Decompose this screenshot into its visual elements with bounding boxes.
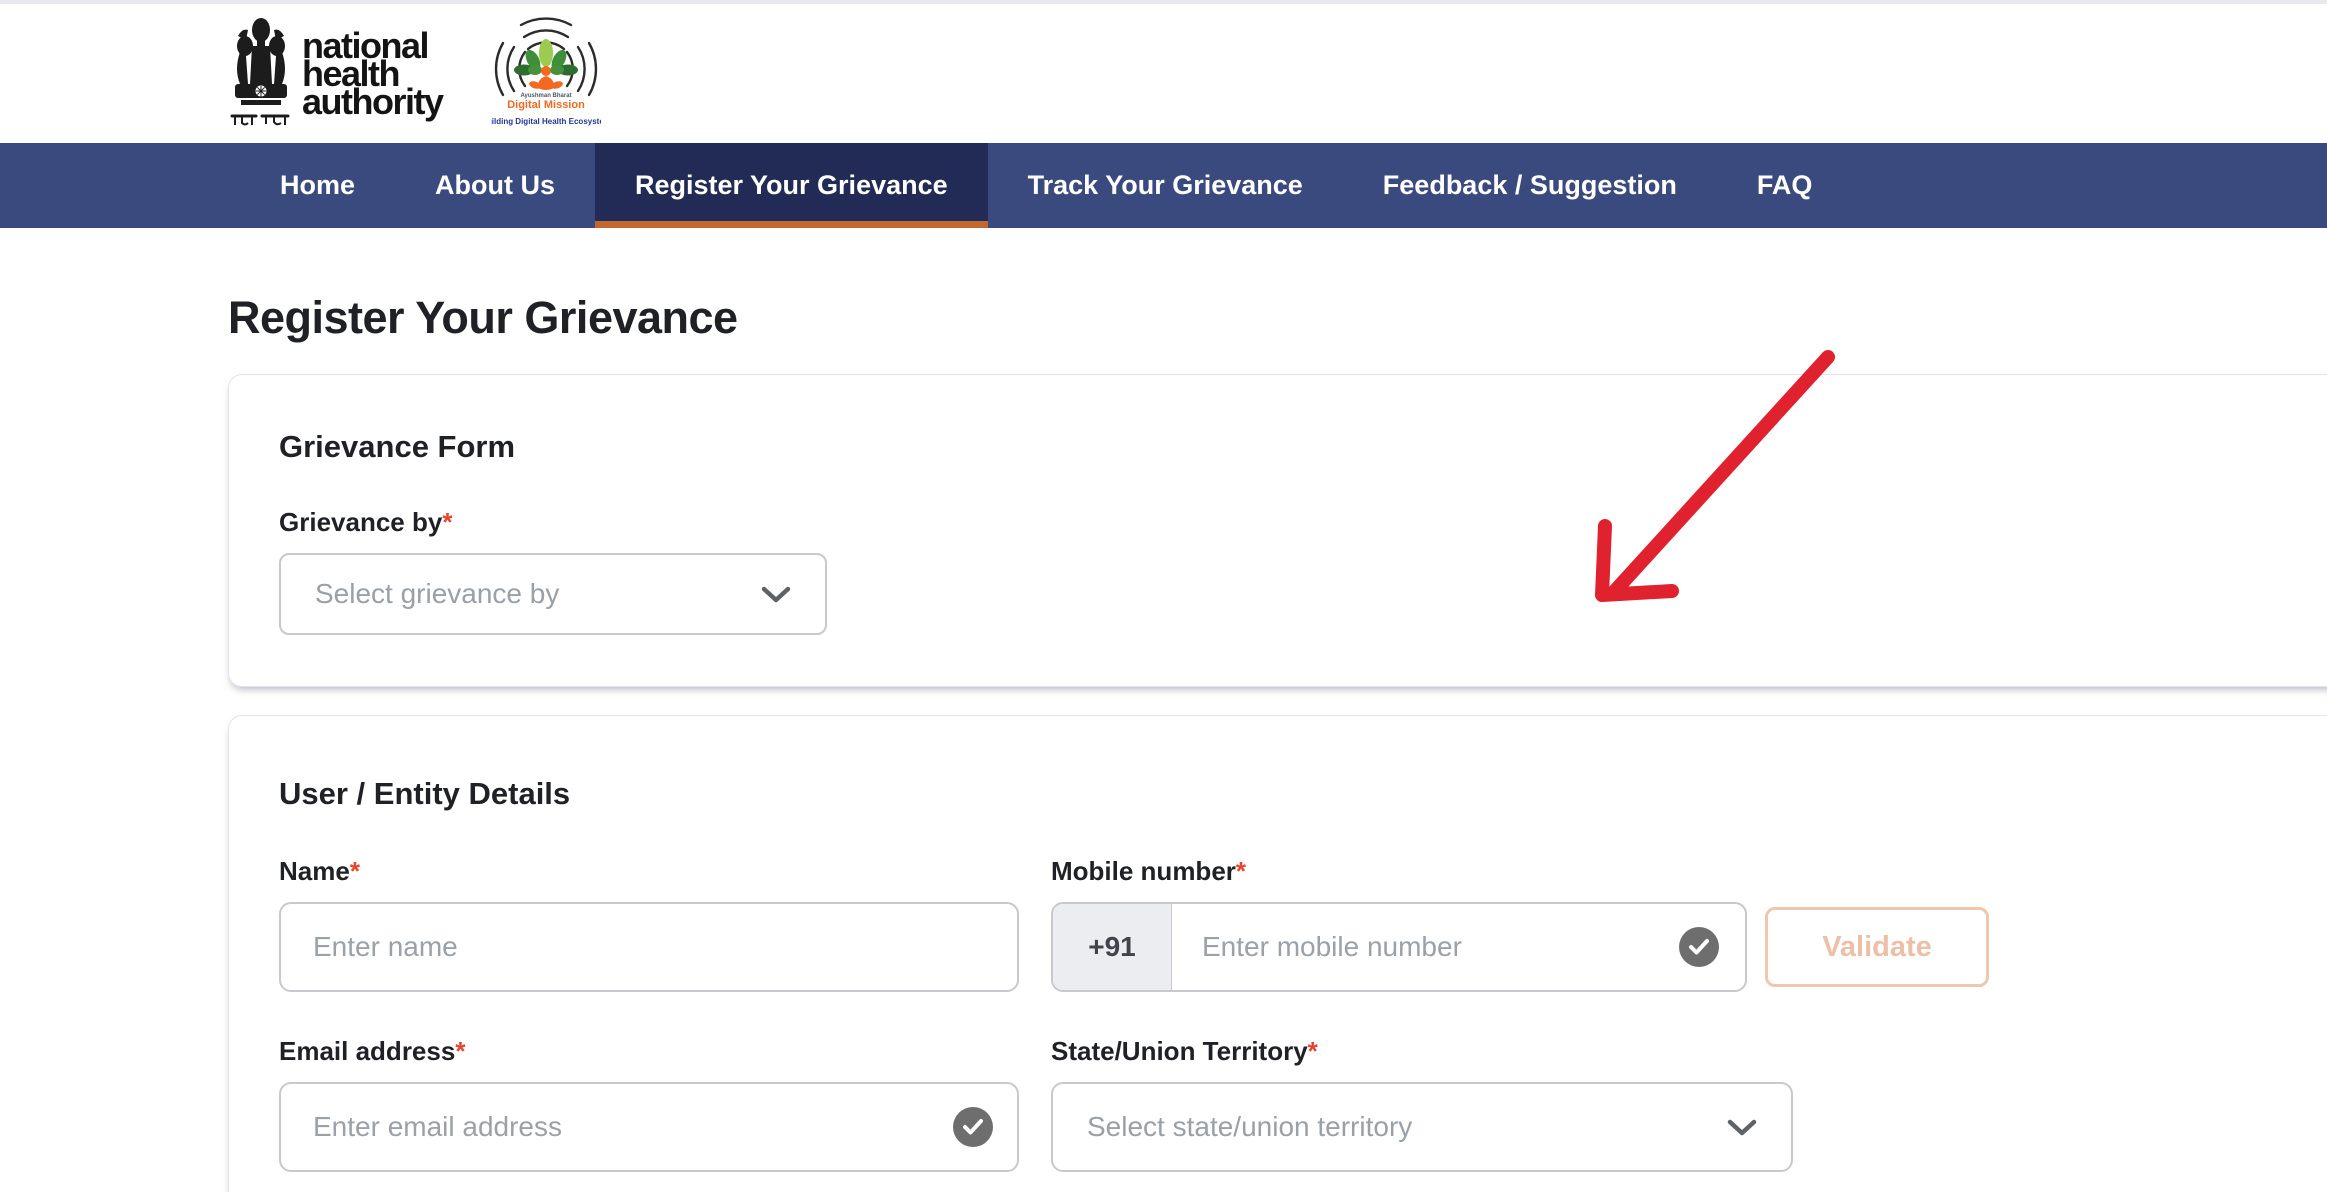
state-select[interactable]: Select state/union territory: [1051, 1082, 1793, 1172]
nav-item-faq[interactable]: FAQ: [1717, 143, 1853, 228]
nav-item-track-your-grievance[interactable]: Track Your Grievance: [988, 143, 1343, 228]
nha-wordmark-line3: authority: [302, 80, 444, 122]
main-nav: Home About Us Register Your Grievance Tr…: [0, 143, 2327, 228]
required-asterisk: *: [1235, 856, 1247, 886]
check-icon: [953, 1107, 993, 1147]
state-label-text: State/Union Territory: [1051, 1036, 1308, 1066]
grievance-by-label: Grievance by*: [279, 507, 2327, 538]
nav-item-home[interactable]: Home: [240, 143, 395, 228]
nav-item-label: Register Your Grievance: [635, 170, 948, 200]
email-input-wrap: [279, 1082, 1019, 1172]
mobile-row: +91 Validate: [1051, 902, 1989, 992]
site-header: national health authority Ayushman Bhara…: [0, 4, 2327, 143]
form-row-1: Name* Mobile number* +91 Validate: [279, 856, 2327, 992]
abdm-title2-text: Digital Mission: [507, 99, 585, 111]
india-emblem-icon: [228, 12, 294, 135]
validate-button[interactable]: Validate: [1765, 907, 1989, 987]
nha-wordmark: national health authority: [302, 27, 444, 122]
nav-item-about-us[interactable]: About Us: [395, 143, 595, 228]
required-asterisk: *: [349, 856, 360, 886]
mobile-input-group: +91: [1051, 902, 1747, 992]
grievance-form-card: Grievance Form Grievance by* Select grie…: [228, 374, 2327, 687]
nav-item-register-your-grievance[interactable]: Register Your Grievance: [595, 143, 988, 228]
email-label-text: Email address: [279, 1036, 456, 1066]
mobile-number-label: Mobile number*: [1051, 856, 1989, 887]
grievance-form-heading: Grievance Form: [279, 429, 516, 464]
nav-item-label: Track Your Grievance: [1027, 170, 1303, 200]
user-entity-card: User / Entity Details Name* Mobile numbe…: [228, 715, 2327, 1192]
email-input[interactable]: [279, 1082, 1019, 1172]
chevron-down-icon: [1727, 1119, 1757, 1136]
abdm-subtitle-text: Building Digital Health Ecosystem: [491, 117, 601, 126]
state-field-group: State/Union Territory* Select state/unio…: [1051, 1036, 1793, 1172]
check-icon: [1679, 927, 1719, 967]
email-field-group: Email address*: [279, 1036, 1019, 1172]
required-asterisk: *: [442, 507, 453, 537]
nav-item-label: Feedback / Suggestion: [1382, 170, 1677, 200]
name-label-text: Name: [279, 856, 350, 886]
mobile-number-input[interactable]: [1172, 904, 1745, 990]
email-label: Email address*: [279, 1036, 1019, 1067]
user-entity-heading: User / Entity Details: [279, 776, 571, 811]
form-row-2: Email address* State/Union Territory* Se…: [279, 1036, 2327, 1172]
name-label: Name*: [279, 856, 1019, 887]
mobile-field-group: Mobile number* +91 Validate: [1051, 856, 1989, 992]
main-content: Register Your Grievance Grievance Form G…: [0, 292, 2327, 1192]
name-input-wrap: [279, 902, 1019, 992]
page-title: Register Your Grievance: [228, 292, 738, 343]
grievance-by-label-text: Grievance by: [279, 507, 443, 537]
nav-item-label: FAQ: [1756, 170, 1813, 200]
state-select-placeholder: Select state/union territory: [1087, 1111, 1413, 1142]
nav-item-label: Home: [280, 170, 356, 200]
name-field-group: Name*: [279, 856, 1019, 992]
required-asterisk: *: [1307, 1036, 1318, 1066]
abdm-logo-icon[interactable]: Ayushman Bharat Digital Mission Building…: [481, 13, 610, 134]
chevron-down-icon: [761, 586, 791, 603]
mobile-prefix: +91: [1053, 904, 1172, 990]
grievance-by-select-placeholder: Select grievance by: [315, 578, 560, 609]
nav-item-label: About Us: [435, 170, 555, 200]
nav-item-feedback-suggestion[interactable]: Feedback / Suggestion: [1343, 143, 1717, 228]
nha-logo[interactable]: national health authority: [228, 12, 444, 135]
mobile-label-text: Mobile number: [1051, 856, 1236, 886]
grievance-by-select[interactable]: Select grievance by: [279, 553, 827, 635]
name-input[interactable]: [279, 902, 1019, 992]
required-asterisk: *: [455, 1036, 466, 1066]
state-label: State/Union Territory*: [1051, 1036, 1793, 1067]
